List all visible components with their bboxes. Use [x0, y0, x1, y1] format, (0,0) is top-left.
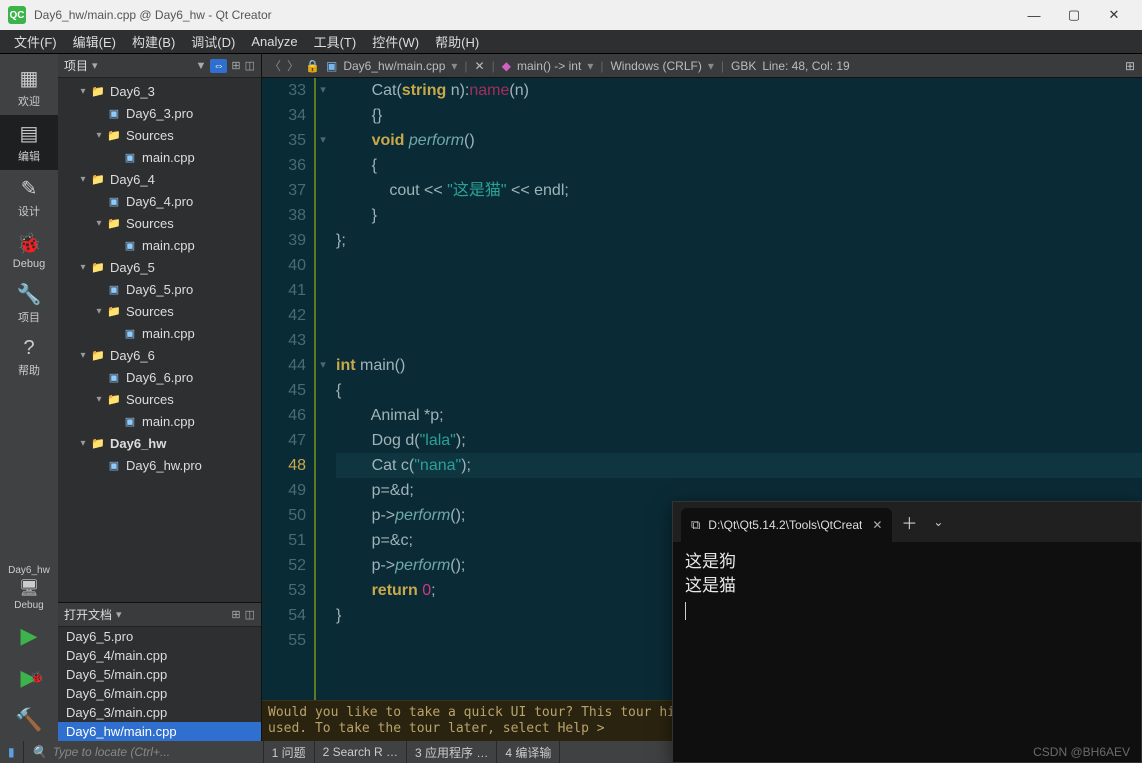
mode-debug[interactable]: 🐞Debug	[0, 225, 58, 276]
tree-node[interactable]: ▾📁Sources	[58, 124, 261, 146]
mode-bar: ▦欢迎 ▤编辑 ✎设计 🐞Debug 🔧项目 ?帮助 Day6_hw 🖥 Deb…	[0, 54, 58, 741]
tree-node[interactable]: ▾📁Sources	[58, 212, 261, 234]
tree-node[interactable]: ▣Day6_4.pro	[58, 190, 261, 212]
tree-node[interactable]: ▣Day6_3.pro	[58, 102, 261, 124]
menu-item[interactable]: 编辑(E)	[65, 29, 124, 54]
menu-item[interactable]: 文件(F)	[6, 29, 65, 54]
open-doc-item[interactable]: Day6_3/main.cpp	[58, 703, 261, 722]
kit-target[interactable]: Day6_hw 🖥 Debug	[8, 561, 50, 615]
tree-node[interactable]: ▾📁Day6_4	[58, 168, 261, 190]
tree-node[interactable]: ▣main.cpp	[58, 234, 261, 256]
editor-file-label[interactable]: Day6_hw/main.cpp	[343, 59, 445, 73]
terminal-tab[interactable]: ⧉ D:\Qt\Qt5.14.2\Tools\QtCreat ✕	[681, 508, 892, 542]
terminal-output[interactable]: 这是狗这是猫	[673, 542, 1141, 762]
menu-item[interactable]: 调试(D)	[183, 29, 243, 54]
tree-node[interactable]: ▾📁Day6_hw	[58, 432, 261, 454]
minimize-button[interactable]: ―	[1014, 0, 1054, 30]
tree-node[interactable]: ▣main.cpp	[58, 146, 261, 168]
dropdown-icon[interactable]: ▾	[92, 59, 98, 72]
tree-node[interactable]: ▣main.cpp	[58, 322, 261, 344]
mode-help[interactable]: ?帮助	[0, 331, 58, 384]
tree-node[interactable]: ▣Day6_hw.pro	[58, 454, 261, 476]
nav-back-icon[interactable]: 〈	[269, 57, 281, 74]
tree-node[interactable]: ▣main.cpp	[58, 410, 261, 432]
locator-input[interactable]: 🔍Type to locate (Ctrl+...	[24, 741, 264, 763]
debug-run-button[interactable]: ▶🐞	[0, 657, 58, 699]
nav-forward-icon[interactable]: 〉	[287, 57, 299, 74]
open-documents-panel: 打开文档 ▾ ⊞ ◫ Day6_5.proDay6_4/main.cppDay6…	[58, 602, 261, 741]
mode-edit[interactable]: ▤编辑	[0, 115, 58, 170]
encoding-label[interactable]: GBK	[731, 59, 756, 73]
close-panel-icon[interactable]: ◫	[245, 608, 255, 621]
symbol-selector[interactable]: main() -> int	[517, 59, 581, 73]
window-title: Day6_hw/main.cpp @ Day6_hw - Qt Creator	[34, 8, 1014, 22]
terminal-icon: ⧉	[691, 517, 700, 533]
menu-item[interactable]: 控件(W)	[364, 29, 427, 54]
file-dropdown-icon[interactable]: ▾	[451, 59, 457, 73]
run-button[interactable]: ▶	[0, 615, 58, 657]
tree-node[interactable]: ▣Day6_6.pro	[58, 366, 261, 388]
terminal-window: ⧉ D:\Qt\Qt5.14.2\Tools\QtCreat ✕ ＋ ⌄ 这是狗…	[672, 501, 1142, 763]
menu-item[interactable]: 构建(B)	[124, 29, 183, 54]
output-pane-tab[interactable]: 3 应用程序 …	[407, 741, 497, 763]
menu-bar: 文件(F)编辑(E)构建(B)调试(D)Analyze工具(T)控件(W)帮助(…	[0, 30, 1142, 54]
maximize-button[interactable]: ▢	[1054, 0, 1094, 30]
terminal-new-tab-button[interactable]: ＋	[892, 510, 926, 534]
symbol-marker-icon: ◆	[502, 59, 511, 73]
projects-panel-title: 项目	[64, 57, 88, 74]
tree-node[interactable]: ▣Day6_5.pro	[58, 278, 261, 300]
tree-node[interactable]: ▾📁Sources	[58, 388, 261, 410]
editor-toolbar: 〈 〉 🔒 ▣ Day6_hw/main.cpp ▾ | ✕ | ◆ main(…	[262, 54, 1142, 78]
lock-icon[interactable]: 🔒	[305, 59, 320, 73]
open-doc-item[interactable]: Day6_4/main.cpp	[58, 646, 261, 665]
mode-projects[interactable]: 🔧项目	[0, 276, 58, 331]
terminal-tab-title: D:\Qt\Qt5.14.2\Tools\QtCreat	[708, 518, 862, 532]
open-doc-item[interactable]: Day6_5.pro	[58, 627, 261, 646]
open-doc-item[interactable]: Day6_6/main.cpp	[58, 684, 261, 703]
line-ending-selector[interactable]: Windows (CRLF)	[610, 59, 701, 73]
output-pane-tab[interactable]: 2 Search R …	[315, 741, 407, 763]
tree-node[interactable]: ▾📁Day6_5	[58, 256, 261, 278]
close-file-icon[interactable]: ✕	[475, 59, 485, 73]
terminal-tab-close-icon[interactable]: ✕	[872, 518, 882, 532]
watermark: CSDN @BH6AEV	[1033, 745, 1130, 759]
tree-node[interactable]: ▾📁Day6_3	[58, 80, 261, 102]
output-toggle-icon[interactable]: ▮	[0, 741, 24, 763]
build-button[interactable]: 🔨	[0, 699, 58, 741]
output-pane-tab[interactable]: 4 编译输	[497, 741, 560, 763]
app-icon: QC	[8, 6, 26, 24]
menu-item[interactable]: 帮助(H)	[427, 29, 487, 54]
file-icon: ▣	[326, 59, 337, 73]
open-docs-title: 打开文档	[64, 606, 112, 623]
symbol-dropdown-icon[interactable]: ▾	[587, 59, 593, 73]
side-panel: 项目 ▾ ▼ ⇔ ⊞ ◫ ▾📁Day6_3▣Day6_3.pro▾📁Source…	[58, 54, 262, 741]
dropdown-icon[interactable]: ▾	[116, 608, 122, 621]
project-tree[interactable]: ▾📁Day6_3▣Day6_3.pro▾📁Sources▣main.cpp▾📁D…	[58, 78, 261, 602]
output-pane-tab[interactable]: 1 问题	[264, 741, 315, 763]
mode-design[interactable]: ✎设计	[0, 170, 58, 225]
close-button[interactable]: ✕	[1094, 0, 1134, 30]
add-icon[interactable]: ⊞	[231, 59, 240, 72]
split-editor-icon[interactable]: ⊞	[1125, 59, 1135, 73]
split-icon[interactable]: ⊞	[231, 608, 240, 621]
menu-item[interactable]: 工具(T)	[306, 29, 365, 54]
projects-panel-header: 项目 ▾ ▼ ⇔ ⊞ ◫	[58, 54, 261, 78]
open-doc-item[interactable]: Day6_hw/main.cpp	[58, 722, 261, 741]
menu-item[interactable]: Analyze	[243, 31, 305, 52]
terminal-dropdown-icon[interactable]: ⌄	[926, 515, 950, 529]
mode-welcome[interactable]: ▦欢迎	[0, 60, 58, 115]
open-docs-header: 打开文档 ▾ ⊞ ◫	[58, 603, 261, 627]
split-icon[interactable]: ◫	[245, 59, 255, 72]
tree-node[interactable]: ▾📁Day6_6	[58, 344, 261, 366]
link-icon[interactable]: ⇔	[210, 59, 227, 73]
window-titlebar: QC Day6_hw/main.cpp @ Day6_hw - Qt Creat…	[0, 0, 1142, 30]
tree-node[interactable]: ▾📁Sources	[58, 300, 261, 322]
terminal-tab-bar: ⧉ D:\Qt\Qt5.14.2\Tools\QtCreat ✕ ＋ ⌄	[673, 502, 1141, 542]
filter-icon[interactable]: ▼	[195, 60, 206, 72]
cursor-position: Line: 48, Col: 19	[762, 59, 849, 73]
open-doc-item[interactable]: Day6_5/main.cpp	[58, 665, 261, 684]
